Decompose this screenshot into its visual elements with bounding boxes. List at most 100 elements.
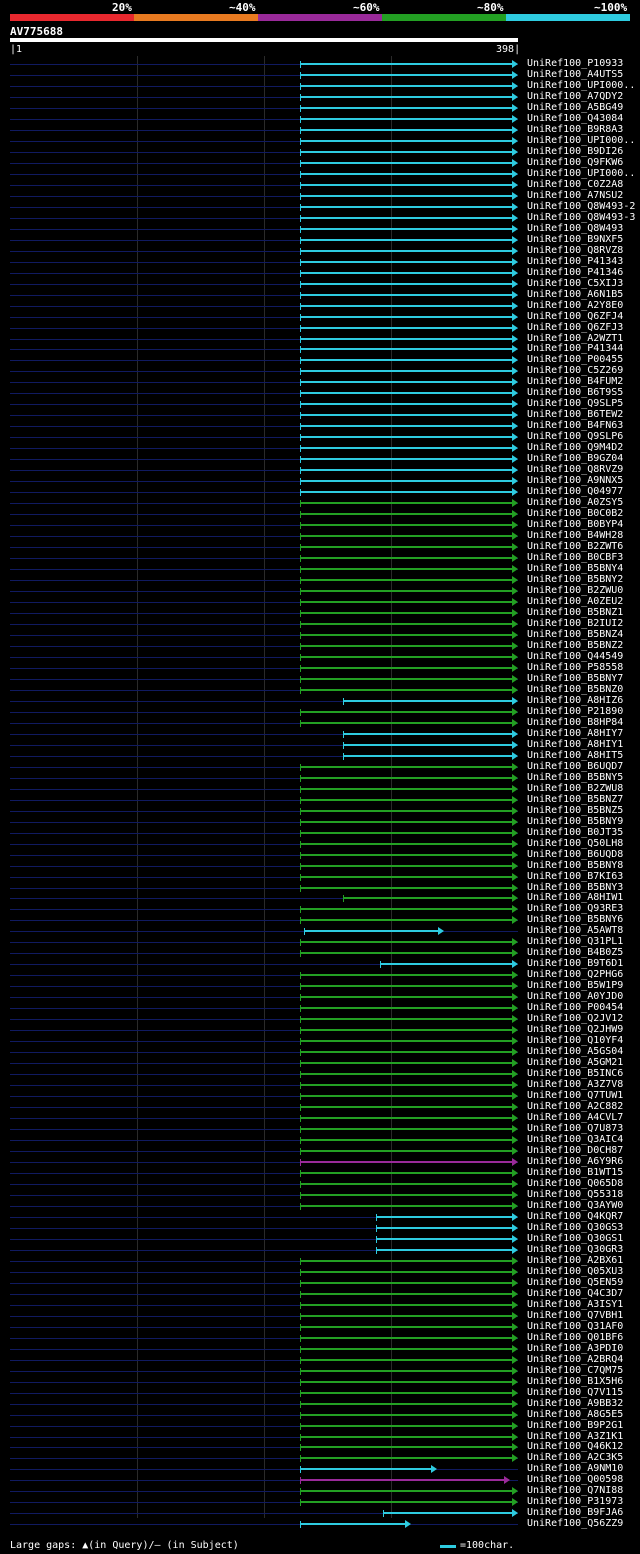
hit-bar[interactable] bbox=[299, 272, 513, 274]
hit-label[interactable]: UniRef100_A3PDI0 bbox=[527, 1343, 623, 1354]
hit-bar[interactable] bbox=[299, 261, 513, 263]
hit-bar[interactable] bbox=[375, 1238, 513, 1240]
hit-bar[interactable] bbox=[299, 656, 513, 658]
hit-bar[interactable] bbox=[299, 887, 513, 889]
hit-label[interactable]: UniRef100_B5W1P9 bbox=[527, 980, 623, 991]
hit-bar[interactable] bbox=[299, 865, 513, 867]
hit-label[interactable]: UniRef100_B5BNY8 bbox=[527, 860, 623, 871]
hit-label[interactable]: UniRef100_B2IUI2 bbox=[527, 618, 623, 629]
hit-bar[interactable] bbox=[299, 348, 513, 350]
hit-label[interactable]: UniRef100_B6UQD7 bbox=[527, 761, 623, 772]
hit-label[interactable]: UniRef100_B9DI26 bbox=[527, 146, 623, 157]
hit-label[interactable]: UniRef100_A8HIT5 bbox=[527, 750, 623, 761]
hit-label[interactable]: UniRef100_B2ZWU8 bbox=[527, 783, 623, 794]
hit-bar[interactable] bbox=[299, 1337, 513, 1339]
hit-bar[interactable] bbox=[299, 1194, 513, 1196]
hit-bar[interactable] bbox=[299, 1370, 513, 1372]
hit-bar[interactable] bbox=[299, 1479, 506, 1481]
hit-label[interactable]: UniRef100_UPI000.. bbox=[527, 168, 635, 179]
hit-label[interactable]: UniRef100_P41346 bbox=[527, 267, 623, 278]
hit-bar[interactable] bbox=[299, 766, 513, 768]
hit-label[interactable]: UniRef100_A7QDY2 bbox=[527, 91, 623, 102]
hit-bar[interactable] bbox=[299, 447, 513, 449]
hit-label[interactable]: UniRef100_B0JT35 bbox=[527, 827, 623, 838]
hit-label[interactable]: UniRef100_Q7U873 bbox=[527, 1123, 623, 1134]
hit-label[interactable]: UniRef100_Q8RVZ9 bbox=[527, 464, 623, 475]
hit-label[interactable]: UniRef100_B5INC6 bbox=[527, 1068, 623, 1079]
hit-bar[interactable] bbox=[299, 832, 513, 834]
hit-bar[interactable] bbox=[299, 513, 513, 515]
hit-bar[interactable] bbox=[299, 1205, 513, 1207]
hit-bar[interactable] bbox=[299, 1172, 513, 1174]
hit-label[interactable]: UniRef100_A8HIZ6 bbox=[527, 695, 623, 706]
hit-label[interactable]: UniRef100_Q4C3D7 bbox=[527, 1288, 623, 1299]
hit-bar[interactable] bbox=[299, 1446, 513, 1448]
hit-label[interactable]: UniRef100_Q8RVZ8 bbox=[527, 245, 623, 256]
hit-label[interactable]: UniRef100_B5BNZ4 bbox=[527, 629, 623, 640]
hit-bar[interactable] bbox=[299, 1084, 513, 1086]
hit-label[interactable]: UniRef100_A0ZEU2 bbox=[527, 596, 623, 607]
hit-label[interactable]: UniRef100_B0CBF3 bbox=[527, 552, 623, 563]
hit-label[interactable]: UniRef100_A0ZSY5 bbox=[527, 497, 623, 508]
hit-label[interactable]: UniRef100_B5BNZ0 bbox=[527, 684, 623, 695]
hit-label[interactable]: UniRef100_B5BNZ1 bbox=[527, 607, 623, 618]
hit-label[interactable]: UniRef100_Q05XU3 bbox=[527, 1266, 623, 1277]
hit-label[interactable]: UniRef100_Q8W493-2 bbox=[527, 201, 635, 212]
hit-bar[interactable] bbox=[299, 381, 513, 383]
hit-bar[interactable] bbox=[299, 217, 513, 219]
hit-label[interactable]: UniRef100_A8HIW1 bbox=[527, 892, 623, 903]
hit-label[interactable]: UniRef100_Q43084 bbox=[527, 113, 623, 124]
hit-bar[interactable] bbox=[299, 1436, 513, 1438]
hit-label[interactable]: UniRef100_B5BNY4 bbox=[527, 563, 623, 574]
hit-label[interactable]: UniRef100_P58558 bbox=[527, 662, 623, 673]
hit-bar[interactable] bbox=[299, 1183, 513, 1185]
hit-bar[interactable] bbox=[299, 140, 513, 142]
hit-bar[interactable] bbox=[299, 1040, 513, 1042]
hit-label[interactable]: UniRef100_B0C0B2 bbox=[527, 508, 623, 519]
hit-bar[interactable] bbox=[299, 1282, 513, 1284]
hit-bar[interactable] bbox=[299, 579, 513, 581]
hit-label[interactable]: UniRef100_A3ISY1 bbox=[527, 1299, 623, 1310]
hit-bar[interactable] bbox=[299, 941, 513, 943]
hit-bar[interactable] bbox=[299, 480, 513, 482]
hit-label[interactable]: UniRef100_Q01BF6 bbox=[527, 1332, 623, 1343]
hit-label[interactable]: UniRef100_A4UTS5 bbox=[527, 69, 623, 80]
hit-bar[interactable] bbox=[299, 601, 513, 603]
hit-label[interactable]: UniRef100_A2C882 bbox=[527, 1101, 623, 1112]
hit-label[interactable]: UniRef100_P00454 bbox=[527, 1002, 623, 1013]
hit-bar[interactable] bbox=[299, 1425, 513, 1427]
hit-bar[interactable] bbox=[299, 1392, 513, 1394]
hit-label[interactable]: UniRef100_A9NNX5 bbox=[527, 475, 623, 486]
hit-bar[interactable] bbox=[299, 810, 513, 812]
hit-label[interactable]: UniRef100_UPI000.. bbox=[527, 80, 635, 91]
hit-bar[interactable] bbox=[299, 458, 513, 460]
hit-label[interactable]: UniRef100_B5BNY7 bbox=[527, 673, 623, 684]
hit-bar[interactable] bbox=[299, 524, 513, 526]
hit-bar[interactable] bbox=[375, 1249, 513, 1251]
hit-label[interactable]: UniRef100_B5BNY5 bbox=[527, 772, 623, 783]
hit-bar[interactable] bbox=[299, 1150, 513, 1152]
hit-label[interactable]: UniRef100_P10933 bbox=[527, 58, 623, 69]
hit-label[interactable]: UniRef100_Q7V115 bbox=[527, 1387, 623, 1398]
hit-bar[interactable] bbox=[299, 294, 513, 296]
hit-bar[interactable] bbox=[299, 370, 513, 372]
hit-bar[interactable] bbox=[299, 996, 513, 998]
hit-bar[interactable] bbox=[299, 623, 513, 625]
hit-bar[interactable] bbox=[299, 1271, 513, 1273]
hit-bar[interactable] bbox=[299, 799, 513, 801]
hit-label[interactable]: UniRef100_Q31PL1 bbox=[527, 936, 623, 947]
hit-label[interactable]: UniRef100_B9NXF5 bbox=[527, 234, 623, 245]
hit-label[interactable]: UniRef100_B1WT15 bbox=[527, 1167, 623, 1178]
hit-bar[interactable] bbox=[342, 700, 513, 702]
hit-bar[interactable] bbox=[299, 546, 513, 548]
hit-bar[interactable] bbox=[299, 491, 513, 493]
hit-bar[interactable] bbox=[299, 359, 513, 361]
hit-label[interactable]: UniRef100_Q44549 bbox=[527, 651, 623, 662]
hit-bar[interactable] bbox=[299, 821, 513, 823]
hit-bar[interactable] bbox=[299, 557, 513, 559]
hit-bar[interactable] bbox=[299, 228, 513, 230]
hit-label[interactable]: UniRef100_A7NSU2 bbox=[527, 190, 623, 201]
hit-bar[interactable] bbox=[299, 974, 513, 976]
hit-label[interactable]: UniRef100_B8HP84 bbox=[527, 717, 623, 728]
hit-label[interactable]: UniRef100_Q6ZFJ4 bbox=[527, 311, 623, 322]
